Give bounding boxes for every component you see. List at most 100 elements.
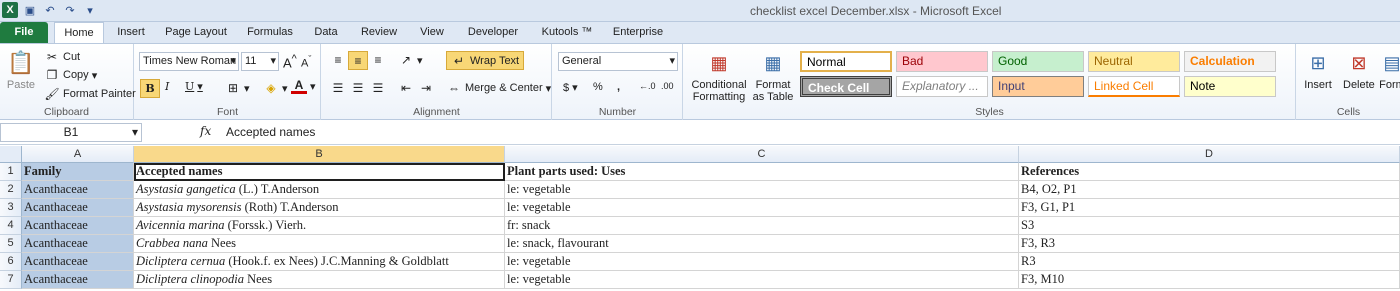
cell-style-input[interactable]: Input [992, 76, 1084, 97]
column-header-a[interactable]: A [22, 146, 134, 163]
row-header[interactable]: 6 [0, 253, 22, 271]
cell-b3[interactable]: Asystasia mysorensis (Roth) T.Anderson [134, 199, 505, 217]
increase-indent-button[interactable]: ⇥ [418, 80, 434, 96]
tab-enterprise[interactable]: Enterprise [606, 22, 670, 43]
cell-style-calculation[interactable]: Calculation [1184, 51, 1276, 72]
decrease-decimal-button[interactable]: .00 [661, 81, 674, 91]
grow-font-button[interactable]: A^ [283, 53, 297, 70]
save-icon[interactable]: ▣ [22, 2, 38, 18]
cell-c1[interactable]: Plant parts used: Uses [505, 163, 1019, 181]
merge-center-button[interactable]: ⇔ Merge & Center ▾ [446, 80, 551, 96]
insert-cells-button[interactable]: ⊞ Insert [1303, 48, 1333, 92]
font-color-button[interactable]: A ▾ [291, 78, 316, 94]
cell-d7[interactable]: F3, M10 [1019, 271, 1400, 289]
tab-kutools[interactable]: Kutools ™ [532, 22, 602, 43]
orientation-button[interactable]: ↗ ▾ [398, 52, 423, 68]
column-header-d[interactable]: D [1019, 146, 1400, 163]
cut-button[interactable]: ✂ Cut [44, 49, 80, 65]
cell-a4[interactable]: Acanthaceae [22, 217, 134, 235]
format-cells-button[interactable]: ▤ Form [1377, 48, 1400, 92]
currency-button[interactable]: $ ▾ [563, 81, 578, 95]
cell-a2[interactable]: Acanthaceae [22, 181, 134, 199]
format-painter-button[interactable]: 🖌 Format Painter [44, 86, 135, 102]
increase-decimal-button[interactable]: ←.0 [639, 81, 656, 91]
tab-formulas[interactable]: Formulas [240, 22, 300, 43]
align-left-button[interactable]: ☰ [330, 80, 346, 96]
copy-button[interactable]: ❐ Copy ▾ [44, 67, 98, 83]
align-right-button[interactable]: ☰ [370, 80, 386, 96]
cell-style-check-cell[interactable]: Check Cell [800, 76, 892, 97]
cell-b6[interactable]: Dicliptera cernua (Hook.f. ex Nees) J.C.… [134, 253, 505, 271]
column-header-b[interactable]: B [134, 146, 505, 163]
italic-button[interactable]: I [165, 80, 169, 93]
cell-b7[interactable]: Dicliptera clinopodia Nees [134, 271, 505, 289]
cell-c3[interactable]: le: vegetable [505, 199, 1019, 217]
paste-button[interactable]: 📋 Paste [6, 48, 36, 91]
percent-button[interactable]: % [593, 81, 603, 93]
row-header[interactable]: 4 [0, 217, 22, 235]
number-format-select[interactable]: General ▾ [558, 52, 678, 71]
underline-button[interactable]: U ▾ [185, 80, 203, 93]
undo-icon[interactable]: ↶ [42, 2, 58, 18]
font-name-select[interactable]: Times New Roman ▾ [139, 52, 239, 71]
shrink-font-button[interactable]: Aˇ [301, 54, 311, 70]
cell-c6[interactable]: le: vegetable [505, 253, 1019, 271]
cell-a6[interactable]: Acanthaceae [22, 253, 134, 271]
excel-logo-icon[interactable]: X [2, 2, 18, 18]
redo-icon[interactable]: ↷ [62, 2, 78, 18]
row-header[interactable]: 5 [0, 235, 22, 253]
font-size-select[interactable]: 11 ▾ [241, 52, 279, 71]
tab-review[interactable]: Review [354, 22, 404, 43]
cell-a3[interactable]: Acanthaceae [22, 199, 134, 217]
cell-style-explanatory[interactable]: Explanatory ... [896, 76, 988, 97]
cell-d3[interactable]: F3, G1, P1 [1019, 199, 1400, 217]
cell-c5[interactable]: le: snack, flavourant [505, 235, 1019, 253]
cell-d1[interactable]: References [1019, 163, 1400, 181]
row-header[interactable]: 2 [0, 181, 22, 199]
delete-cells-button[interactable]: ⊠ Delete [1343, 48, 1375, 92]
wrap-text-button[interactable]: ↵ Wrap Text [446, 51, 525, 70]
cell-c7[interactable]: le: vegetable [505, 271, 1019, 289]
column-header-c[interactable]: C [505, 146, 1019, 163]
cell-style-neutral[interactable]: Neutral [1088, 51, 1180, 72]
tab-page-layout[interactable]: Page Layout [160, 22, 232, 43]
row-header[interactable]: 7 [0, 271, 22, 289]
cell-style-bad[interactable]: Bad [896, 51, 988, 72]
cell-c4[interactable]: fr: snack [505, 217, 1019, 235]
align-center-button[interactable]: ☰ [350, 80, 366, 96]
customize-toolbar-icon[interactable]: ▾ [82, 2, 98, 18]
cell-d2[interactable]: B4, O2, P1 [1019, 181, 1400, 199]
cell-a7[interactable]: Acanthaceae [22, 271, 134, 289]
conditional-formatting-button[interactable]: ▦ Conditional Formatting [686, 48, 752, 103]
bold-button[interactable]: B [140, 79, 160, 98]
cell-style-linked-cell[interactable]: Linked Cell [1088, 76, 1180, 97]
cell-c2[interactable]: le: vegetable [505, 181, 1019, 199]
cell-style-normal[interactable]: Normal [800, 51, 892, 72]
cell-b5[interactable]: Crabbea nana Nees [134, 235, 505, 253]
tab-view[interactable]: View [412, 22, 452, 43]
cell-a5[interactable]: Acanthaceae [22, 235, 134, 253]
cell-style-note[interactable]: Note [1184, 76, 1276, 97]
comma-button[interactable]: , [617, 81, 620, 93]
tab-data[interactable]: Data [306, 22, 346, 43]
align-top-button[interactable]: ≡ [330, 52, 346, 68]
tab-file[interactable]: File [0, 22, 48, 43]
decrease-indent-button[interactable]: ⇤ [398, 80, 414, 96]
cell-d5[interactable]: F3, R3 [1019, 235, 1400, 253]
tab-home[interactable]: Home [54, 22, 104, 43]
cell-d4[interactable]: S3 [1019, 217, 1400, 235]
cell-d6[interactable]: R3 [1019, 253, 1400, 271]
row-header[interactable]: 1 [0, 163, 22, 181]
tab-insert[interactable]: Insert [108, 22, 154, 43]
formula-input[interactable]: Accepted names [226, 125, 315, 139]
cell-b4[interactable]: Avicennia marina (Forssk.) Vierh. [134, 217, 505, 235]
cell-a1[interactable]: Family [22, 163, 134, 181]
borders-button[interactable]: ⊞ ▾ [225, 80, 250, 96]
row-header[interactable]: 3 [0, 199, 22, 217]
format-as-table-button[interactable]: ▦ Format as Table [750, 48, 796, 103]
cell-b2[interactable]: Asystasia gangetica (L.) T.Anderson [134, 181, 505, 199]
insert-function-icon[interactable]: fx [200, 124, 211, 138]
align-bottom-button[interactable]: ≡ [370, 52, 386, 68]
fill-color-button[interactable]: ◈ ▾ [263, 80, 287, 96]
select-all-corner[interactable] [0, 146, 22, 163]
